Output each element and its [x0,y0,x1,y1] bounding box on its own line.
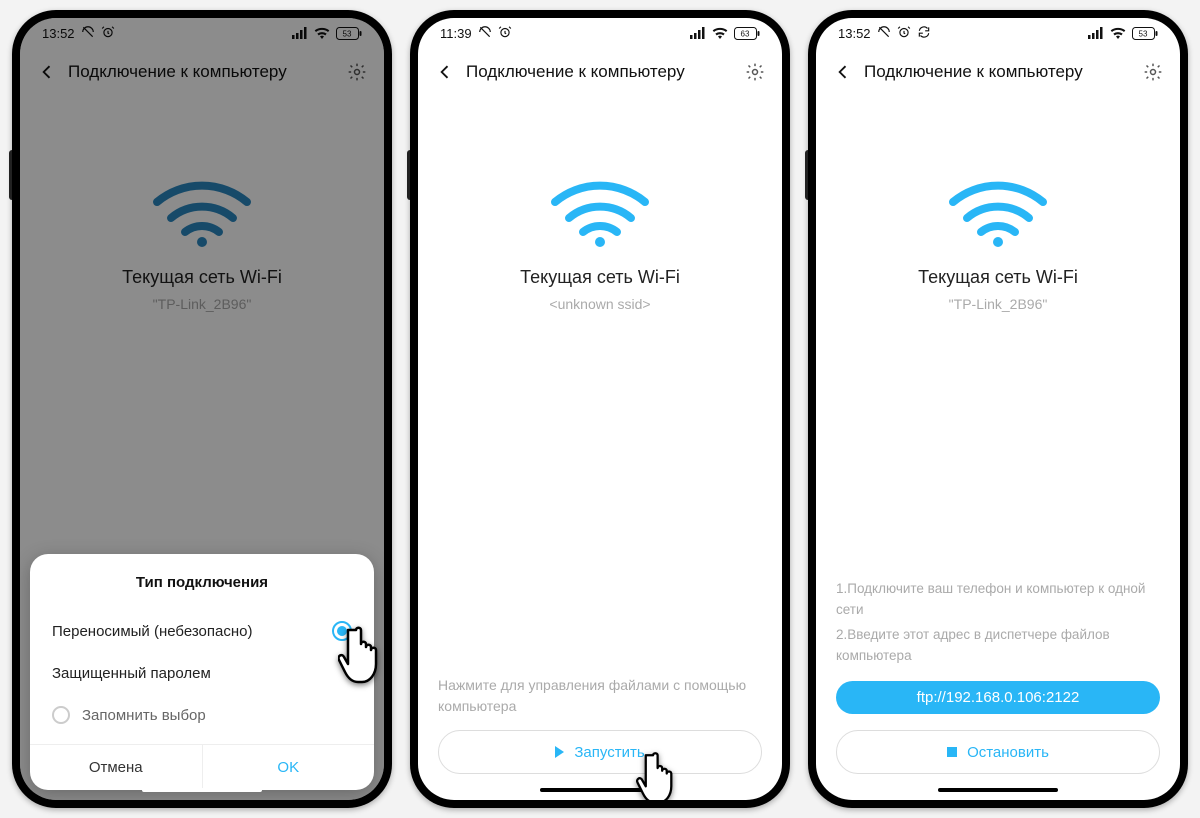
radio-selected-icon [332,621,352,641]
wifi-icon [943,168,1053,255]
status-time: 13:52 [838,26,871,41]
cancel-button[interactable]: Отмена [30,745,203,790]
mute-icon [478,25,492,42]
instruction-1: 1.Подключите ваш телефон и компьютер к о… [836,579,1160,621]
alarm-icon [498,25,512,42]
app-bar: Подключение к компьютеру [418,48,782,96]
instruction-2: 2.Введите этот адрес в диспетчере файлов… [836,625,1160,667]
stop-icon [947,747,957,757]
wifi-status-icon [712,27,728,39]
ftp-address[interactable]: ftp://192.168.0.106:2122 [836,681,1160,714]
page-title: Подключение к компьютеру [864,62,1132,82]
sheet-title: Тип подключения [30,574,374,591]
mute-icon [877,25,891,42]
alarm-icon [897,25,911,42]
status-bar: 11:39 63 [418,18,782,48]
phone-2: 11:39 63 Подключение к компьютеру [410,10,790,808]
settings-button[interactable] [742,59,768,85]
sync-icon [917,25,931,42]
settings-button[interactable] [1140,59,1166,85]
back-button[interactable] [432,59,458,85]
status-bar: 13:52 53 [816,18,1180,48]
status-time: 11:39 [440,26,472,41]
play-icon [555,746,564,758]
option-portable[interactable]: Переносимый (небезопасно) [30,609,374,653]
stop-button[interactable]: Остановить [836,730,1160,774]
network-title: Текущая сеть Wi-Fi [918,267,1078,288]
svg-text:63: 63 [741,29,750,38]
option-password-label: Защищенный паролем [52,665,211,682]
app-bar: Подключение к компьютеру [816,48,1180,96]
network-ssid: <unknown ssid> [549,296,650,312]
battery-icon: 53 [1132,27,1158,40]
start-button[interactable]: Запустить [438,730,762,774]
network-title: Текущая сеть Wi-Fi [520,267,680,288]
signal-icon [1088,27,1104,39]
start-button-label: Запустить [574,744,644,761]
network-ssid: "TP-Link_2B96" [949,296,1048,312]
wifi-icon [545,168,655,255]
hint-text: Нажмите для управления файлами с помощью… [438,675,762,716]
remember-choice[interactable]: Запомнить выбор [30,694,374,736]
remember-label: Запомнить выбор [82,707,206,724]
connection-type-sheet: Тип подключения Переносимый (небезопасно… [30,554,374,790]
stop-button-label: Остановить [967,744,1049,761]
main-content: Текущая сеть Wi-Fi "TP-Link_2B96" 1.Подк… [816,96,1180,800]
page-title: Подключение к компьютеру [466,62,734,82]
option-portable-label: Переносимый (небезопасно) [52,623,252,640]
home-indicator[interactable] [540,788,660,792]
home-indicator[interactable] [142,788,262,792]
main-content: Текущая сеть Wi-Fi <unknown ssid> Нажмит… [418,96,782,800]
phone-3: 13:52 53 Подключение к компьютеру [808,10,1188,808]
signal-icon [690,27,706,39]
back-button[interactable] [830,59,856,85]
wifi-status-icon [1110,27,1126,39]
phone-1: 13:52 53 Подключение к компьютеру [12,10,392,808]
battery-icon: 63 [734,27,760,40]
checkbox-icon [52,706,70,724]
ok-button[interactable]: OK [203,745,375,790]
home-indicator[interactable] [938,788,1058,792]
svg-text:53: 53 [1139,29,1148,38]
option-password[interactable]: Защищенный паролем [30,653,374,694]
